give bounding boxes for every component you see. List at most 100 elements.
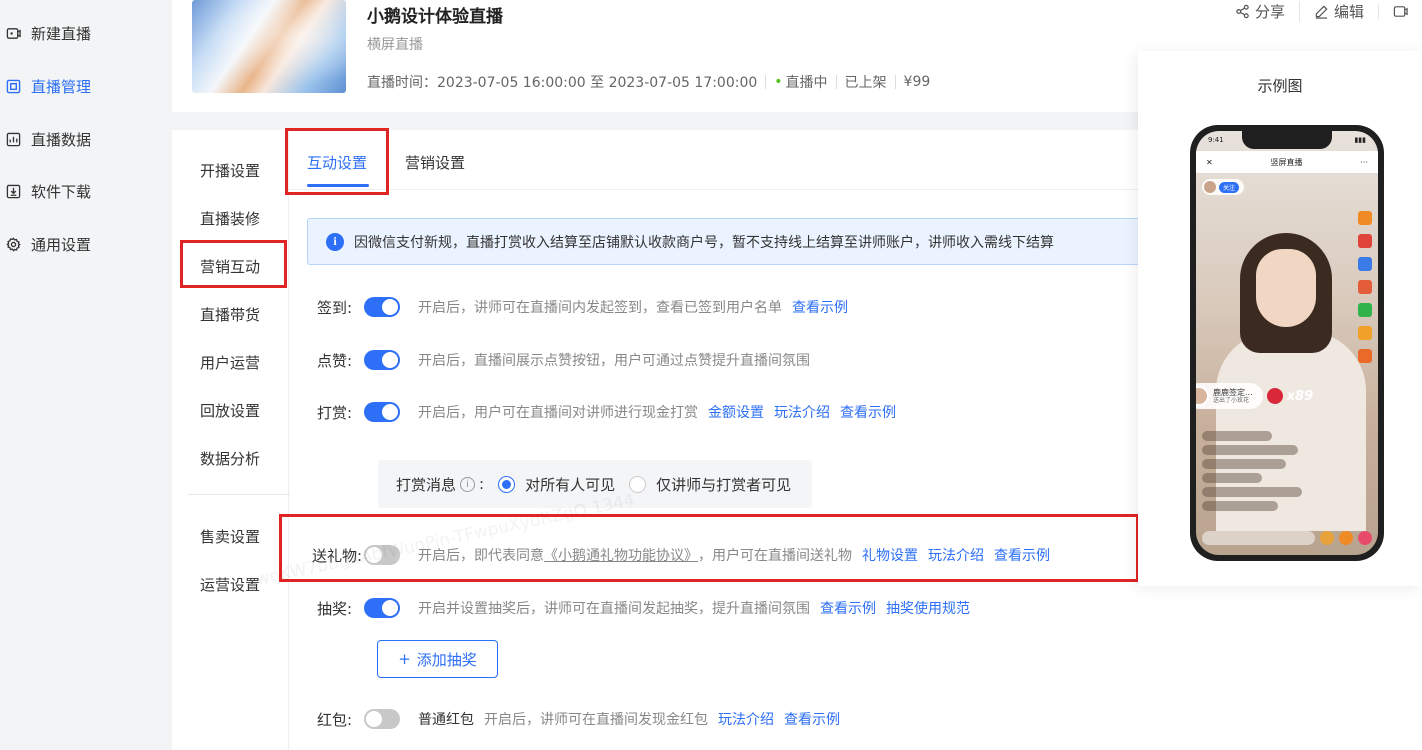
gift-play-intro-link[interactable]: 玩法介绍 xyxy=(928,545,984,565)
divider xyxy=(288,130,289,750)
sidebar-item-new-live[interactable]: 新建直播 xyxy=(6,18,91,48)
redpacket-type: 普通红包 xyxy=(418,712,474,728)
presenter-face xyxy=(1256,249,1316,327)
setting-row-checkin: 签到: 开启后，讲师可在直播间内发起签到，查看已签到用户名单 查看示例 xyxy=(312,295,848,319)
phone-host-badge: 关注 xyxy=(1202,179,1245,195)
live-time-range: 2023-07-05 16:00:00 至 2023-07-05 17:00:0… xyxy=(437,75,758,91)
reward-toggle[interactable] xyxy=(364,402,400,422)
setting-desc: 开启后，讲师可在直播间发现金红包 xyxy=(484,712,708,728)
phone-comment-input xyxy=(1202,531,1315,545)
edit-button[interactable]: 编辑 xyxy=(1298,0,1378,22)
live-price: ¥99 xyxy=(903,74,931,90)
reward-view-example-link[interactable]: 查看示例 xyxy=(840,402,896,422)
setting-label: 打赏: xyxy=(316,403,352,422)
add-lottery-button[interactable]: + 添加抽奖 xyxy=(377,640,498,678)
subnav-item-live-selling[interactable]: 直播带货 xyxy=(200,304,260,325)
phone-chat-list xyxy=(1202,431,1302,511)
info-icon: i xyxy=(326,232,344,251)
subnav-item-sales-settings[interactable]: 售卖设置 xyxy=(200,526,260,547)
subnav-item-broadcast-settings[interactable]: 开播设置 xyxy=(200,160,260,181)
subnav-item-replay-settings[interactable]: 回放设置 xyxy=(200,400,260,421)
reward-icon xyxy=(1358,349,1372,363)
sidebar-item-live-manage[interactable]: 直播管理 xyxy=(6,71,91,101)
live-title: 小鹅设计体验直播 xyxy=(367,7,503,27)
sidebar-item-label: 直播管理 xyxy=(31,77,92,96)
setting-desc: 开启后，用户可在直播间对讲师进行现金打赏 xyxy=(418,405,698,421)
gift-settings-link[interactable]: 礼物设置 xyxy=(862,545,918,565)
data-chart-icon xyxy=(6,132,21,147)
tab-interactive-settings[interactable]: 互动设置 xyxy=(307,152,367,173)
like-icon xyxy=(1358,531,1372,545)
sidebar-item-label: 软件下载 xyxy=(31,182,92,201)
status-badge: • 直播中 xyxy=(774,74,828,91)
reward-play-intro-link[interactable]: 玩法介绍 xyxy=(774,402,830,422)
subnav-item-marketing-interaction[interactable]: 营销互动 xyxy=(200,256,260,277)
notice-banner: i 因微信支付新规，直播打赏收入结算至店铺默认收款商户号，暂不支持线上结算至讲师… xyxy=(307,218,1147,265)
redpacket-view-example-link[interactable]: 查看示例 xyxy=(784,709,840,729)
share-button[interactable]: 分享 xyxy=(1221,1,1299,22)
reward-message-box: 打赏消息 i : 对所有人可见 仅讲师与打赏者可见 xyxy=(378,460,812,508)
subnav-item-user-operation[interactable]: 用户运营 xyxy=(200,352,260,373)
lottery-toggle[interactable] xyxy=(364,598,400,618)
redpacket-icon xyxy=(1358,234,1372,248)
subnav-item-operation-settings[interactable]: 运营设置 xyxy=(200,574,260,595)
lottery-rules-link[interactable]: 抽奖使用规范 xyxy=(886,598,970,618)
like-toggle[interactable] xyxy=(364,350,400,370)
gear-icon xyxy=(6,236,21,252)
setting-label: 抽奖: xyxy=(316,599,352,618)
checkin-view-example-link[interactable]: 查看示例 xyxy=(792,297,848,317)
sidebar-item-live-data[interactable]: 直播数据 xyxy=(6,124,91,154)
sidebar-item-label: 直播数据 xyxy=(31,130,92,149)
subnav-item-data-analysis[interactable]: 数据分析 xyxy=(200,448,260,469)
battery-icon: ▮▮▮ xyxy=(1354,136,1366,144)
live-type: 横屏直播 xyxy=(367,37,423,53)
sidebar-item-download[interactable]: 软件下载 xyxy=(6,176,91,206)
subnav-item-live-decoration[interactable]: 直播装修 xyxy=(200,208,260,229)
download-icon xyxy=(6,184,21,199)
more-icon: ··· xyxy=(1360,157,1368,167)
radio-visible-to-lecturer-and-rewarder[interactable] xyxy=(629,475,647,493)
setting-desc: 开启后，讲师可在直播间内发起签到，查看已签到用户名单 xyxy=(418,300,782,316)
plus-icon: + xyxy=(398,650,411,668)
sidebar-item-label: 通用设置 xyxy=(31,235,92,254)
tab-marketing-settings[interactable]: 营销设置 xyxy=(405,152,465,173)
shelf-status: 已上架 xyxy=(844,75,887,91)
chat-icon xyxy=(1358,303,1372,317)
live-meta: 直播时间： 2023-07-05 16:00:00 至 2023-07-05 1… xyxy=(367,72,930,92)
setting-desc: 开启并设置抽奖后，讲师可在直播间发起抽奖，提升直播间氛围 xyxy=(418,601,810,617)
setting-row-redpacket: 红包: 普通红包 开启后，讲师可在直播间发现金红包 玩法介绍 查看示例 xyxy=(312,707,840,731)
checkin-toggle[interactable] xyxy=(364,297,400,317)
phone-side-icons xyxy=(1358,211,1372,363)
shop-icon xyxy=(1358,280,1372,294)
video-icon xyxy=(1393,5,1408,17)
gift-icon xyxy=(1358,211,1372,225)
setting-row-lottery: 抽奖: 开启并设置抽奖后，讲师可在直播间发起抽奖，提升直播间氛围 查看示例 抽奖… xyxy=(312,596,970,620)
radio-visible-to-all[interactable] xyxy=(498,475,516,493)
rose-icon xyxy=(1266,388,1283,404)
phone-header: ✕ 竖屏直播 ··· xyxy=(1196,151,1378,173)
setting-desc: 开启后，即代表同意 xyxy=(418,548,544,564)
top-actions: 分享 编辑 xyxy=(1221,0,1422,22)
preview-button[interactable] xyxy=(1378,3,1422,19)
reward-message-label: 打赏消息 xyxy=(396,475,457,494)
example-title: 示例图 xyxy=(1257,77,1303,95)
divider xyxy=(835,75,837,89)
redpacket-toggle[interactable] xyxy=(364,709,400,729)
setting-desc: ，用户可在直播间送礼物 xyxy=(698,548,852,564)
redpacket-play-intro-link[interactable]: 玩法介绍 xyxy=(718,709,774,729)
coupon-icon xyxy=(1358,257,1372,271)
gift-toggle[interactable] xyxy=(364,545,400,565)
sidebar: 新建直播 直播管理 直播数据 软件下载 通用设置 xyxy=(0,0,172,750)
gift-view-example-link[interactable]: 查看示例 xyxy=(994,545,1050,565)
reward-message-colon: : xyxy=(479,475,485,493)
setting-label: 红包: xyxy=(316,710,352,729)
sidebar-item-general-settings[interactable]: 通用设置 xyxy=(6,229,91,259)
setting-label: 签到: xyxy=(316,298,352,317)
lottery-view-example-link[interactable]: 查看示例 xyxy=(820,598,876,618)
reward-amount-settings-link[interactable]: 金额设置 xyxy=(708,402,764,422)
setting-desc: 开启后，直播间展示点赞按钮，用户可通过点赞提升直播间氛围 xyxy=(418,353,810,369)
example-panel: 示例图 9:41 ▮▮▮ ✕ 竖屏直播 ··· 关注 鹿鹿签定... 送出了小玫… xyxy=(1138,51,1422,586)
question-icon[interactable]: i xyxy=(460,476,476,492)
gift-agreement-link[interactable]: 《小鹅通礼物功能协议》 xyxy=(544,545,698,565)
gift-icon xyxy=(1320,531,1334,545)
